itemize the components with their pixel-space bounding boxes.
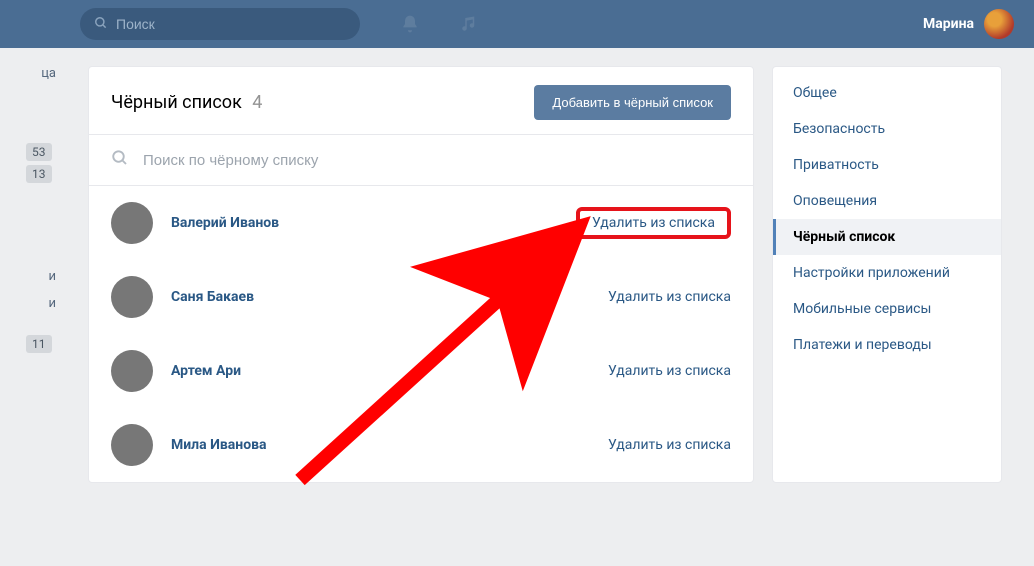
avatar[interactable] xyxy=(111,350,153,392)
nav-badge: 11 xyxy=(26,335,52,353)
add-to-blacklist-button[interactable]: Добавить в чёрный список xyxy=(534,85,731,120)
sidebar-item-security[interactable]: Безопасность xyxy=(773,111,1001,147)
nav-fragment[interactable]: и xyxy=(0,290,60,317)
avatar[interactable] xyxy=(111,202,153,244)
notifications-icon[interactable] xyxy=(400,14,420,34)
list-item: Валерий Иванов Удалить из списка xyxy=(89,186,753,260)
avatar[interactable] xyxy=(111,276,153,318)
avatar xyxy=(984,9,1014,39)
search-icon xyxy=(111,149,129,171)
remove-from-list-link[interactable]: Удалить из списка xyxy=(608,437,731,453)
page-title: Чёрный список 4 xyxy=(111,92,262,113)
settings-sidebar: Общее Безопасность Приватность Оповещени… xyxy=(772,66,1002,483)
avatar[interactable] xyxy=(111,424,153,466)
username-label: Марина xyxy=(923,16,974,32)
global-search-input[interactable] xyxy=(116,16,346,32)
sidebar-item-general[interactable]: Общее xyxy=(773,75,1001,111)
remove-from-list-link[interactable]: Удалить из списка xyxy=(608,363,731,379)
remove-from-list-link[interactable]: Удалить из списка xyxy=(608,289,731,305)
sidebar-item-apps[interactable]: Настройки приложений xyxy=(773,255,1001,291)
user-menu[interactable]: Марина xyxy=(923,9,1014,39)
blacklist-search[interactable] xyxy=(89,135,753,186)
nav-badge: 13 xyxy=(26,165,52,183)
global-search[interactable] xyxy=(80,8,360,40)
sidebar-item-privacy[interactable]: Приватность xyxy=(773,147,1001,183)
blacklist-search-input[interactable] xyxy=(143,152,731,169)
nav-fragment[interactable]: ца xyxy=(0,60,60,87)
count-label: 4 xyxy=(252,92,262,113)
user-link[interactable]: Мила Иванова xyxy=(171,437,267,453)
left-nav-partial: ца 53 13 и и 11 xyxy=(0,60,60,353)
sidebar-item-notifications[interactable]: Оповещения xyxy=(773,183,1001,219)
remove-from-list-link[interactable]: Удалить из списка xyxy=(576,207,731,239)
nav-fragment[interactable]: и xyxy=(0,263,60,290)
user-link[interactable]: Валерий Иванов xyxy=(171,215,279,231)
user-link[interactable]: Артем Ари xyxy=(171,363,241,379)
topbar: Марина xyxy=(0,0,1034,48)
user-link[interactable]: Саня Бакаев xyxy=(171,289,254,305)
list-item: Саня Бакаев Удалить из списка xyxy=(89,260,753,334)
list-item: Мила Иванова Удалить из списка xyxy=(89,408,753,482)
music-icon[interactable] xyxy=(460,15,478,33)
sidebar-item-payments[interactable]: Платежи и переводы xyxy=(773,327,1001,363)
sidebar-item-mobile[interactable]: Мобильные сервисы xyxy=(773,291,1001,327)
nav-badge: 53 xyxy=(26,143,52,161)
search-icon xyxy=(94,15,108,34)
sidebar-item-blacklist[interactable]: Чёрный список xyxy=(773,219,1001,255)
list-item: Артем Ари Удалить из списка xyxy=(89,334,753,408)
blacklist-panel: Чёрный список 4 Добавить в чёрный список… xyxy=(88,66,754,483)
